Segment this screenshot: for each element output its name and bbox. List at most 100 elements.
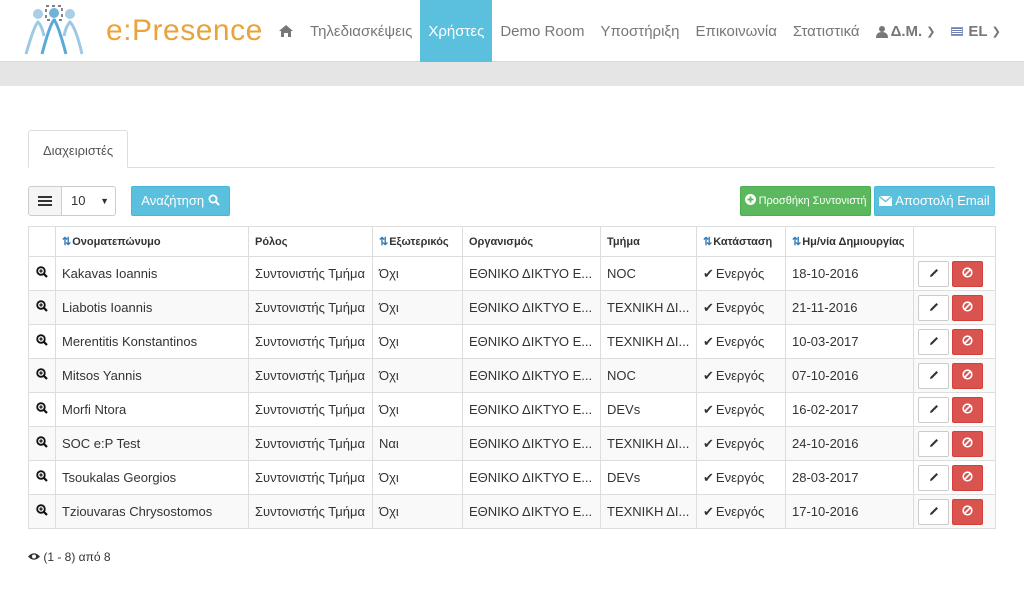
zoom-icon[interactable]	[36, 436, 48, 448]
edit-button[interactable]	[918, 396, 949, 423]
delete-button[interactable]	[952, 260, 983, 287]
ban-icon	[962, 334, 973, 346]
cell-organization: ΕΘΝΙΚΟ ΔΙΚΤΥΟ Ε...	[462, 494, 601, 529]
zoom-icon[interactable]	[36, 504, 48, 516]
cell-department: ΤΕΧΝΙΚΗ ΔΙ...	[600, 494, 697, 529]
pencil-icon	[929, 370, 938, 379]
edit-button[interactable]	[918, 430, 949, 457]
cell-organization: ΕΘΝΙΚΟ ΔΙΚΤΥΟ Ε...	[462, 324, 601, 359]
tab-bar: Διαχειριστές	[28, 130, 995, 168]
user-menu[interactable]: Δ.Μ. ❯	[868, 0, 944, 62]
add-coordinator-button[interactable]: Προσθήκη Συντονιστή	[740, 186, 871, 216]
zoom-icon[interactable]	[36, 402, 48, 414]
table-row: Mitsos Yannis Συντονιστής Τμήμα Όχι ΕΘΝΙ…	[28, 358, 996, 393]
administrators-table: ⇅Ονοματεπώνυμο Ρόλος ⇅Εξωτερικός Οργανισ…	[28, 226, 996, 529]
nav-teleconferences[interactable]: Τηλεδιασκέψεις	[302, 0, 420, 62]
zoom-cell[interactable]	[28, 494, 56, 529]
zoom-icon[interactable]	[36, 368, 48, 380]
pagination-summary: (1 - 8) από 8	[28, 550, 111, 564]
zoom-cell[interactable]	[28, 358, 56, 393]
cell-organization: ΕΘΝΙΚΟ ΔΙΚΤΥΟ Ε...	[462, 358, 601, 393]
cell-status: ✔ Ενεργός	[696, 426, 786, 461]
plus-circle-icon	[744, 194, 756, 205]
edit-button[interactable]	[918, 260, 949, 287]
table-row: Tsoukalas Georgios Συντονιστής Τμήμα Όχι…	[28, 460, 996, 495]
chevron-down-icon: ❯	[926, 25, 936, 38]
add-coordinator-label: Προσθήκη Συντονιστή	[758, 195, 867, 207]
header-status[interactable]: ⇅Κατάσταση	[696, 226, 786, 257]
cell-actions	[913, 358, 996, 393]
delete-button[interactable]	[952, 430, 983, 457]
table-row: SOC e:P Test Συντονιστής Τμήμα Ναι ΕΘΝΙΚ…	[28, 426, 996, 461]
cell-actions	[913, 426, 996, 461]
nav-contact[interactable]: Επικοινωνία	[687, 0, 784, 62]
header-created[interactable]: ⇅Ημ/νία Δημιουργίας	[785, 226, 914, 257]
ban-icon	[962, 402, 973, 414]
search-button-label: Αναζήτηση	[141, 193, 205, 208]
ban-icon	[962, 300, 973, 312]
tab-administrators[interactable]: Διαχειριστές	[28, 130, 129, 168]
nav-support[interactable]: Υποστήριξη	[593, 0, 688, 62]
check-icon: ✔	[703, 299, 714, 315]
check-icon: ✔	[703, 401, 714, 417]
zoom-icon[interactable]	[36, 266, 48, 278]
header-zoom	[28, 226, 56, 257]
zoom-icon[interactable]	[36, 470, 48, 482]
edit-button[interactable]	[918, 362, 949, 389]
cell-role: Συντονιστής Τμήμα	[248, 426, 373, 461]
zoom-icon[interactable]	[36, 334, 48, 346]
column-toggle-button[interactable]	[28, 186, 62, 216]
cell-external: Όχι	[372, 290, 463, 325]
zoom-cell[interactable]	[28, 324, 56, 359]
zoom-cell[interactable]	[28, 290, 56, 325]
send-email-button[interactable]: Αποστολή Email	[874, 186, 995, 216]
delete-button[interactable]	[952, 498, 983, 525]
cell-organization: ΕΘΝΙΚΟ ΔΙΚΤΥΟ Ε...	[462, 256, 601, 291]
search-button[interactable]: Αναζήτηση	[131, 186, 230, 216]
zoom-cell[interactable]	[28, 256, 56, 291]
ban-icon	[962, 266, 973, 278]
main-nav: Τηλεδιασκέψεις Χρήστες Demo Room Υποστήρ…	[270, 0, 1009, 62]
brand-name: e:Presence	[106, 14, 263, 47]
greek-flag-icon	[951, 26, 964, 36]
header-external[interactable]: ⇅Εξωτερικός	[372, 226, 463, 257]
zoom-cell[interactable]	[28, 426, 56, 461]
zoom-cell[interactable]	[28, 460, 56, 495]
nav-demo-room[interactable]: Demo Room	[492, 0, 592, 62]
check-icon: ✔	[703, 367, 714, 383]
page-size-select[interactable]: 10 ▼	[62, 186, 116, 216]
delete-button[interactable]	[952, 328, 983, 355]
brand-logo[interactable]: e:Presence	[22, 2, 262, 60]
cell-actions	[913, 256, 996, 291]
pencil-icon	[929, 302, 938, 311]
cell-status: ✔ Ενεργός	[696, 256, 786, 291]
cell-role: Συντονιστής Τμήμα	[248, 358, 373, 393]
delete-button[interactable]	[952, 294, 983, 321]
delete-button[interactable]	[952, 362, 983, 389]
ban-icon	[962, 470, 973, 482]
cell-department: DEVs	[600, 460, 697, 495]
zoom-icon[interactable]	[36, 300, 48, 312]
table-row: Liabotis Ioannis Συντονιστής Τμήμα Όχι Ε…	[28, 290, 996, 325]
edit-button[interactable]	[918, 328, 949, 355]
zoom-cell[interactable]	[28, 392, 56, 427]
send-email-label: Αποστολή Email	[895, 193, 990, 208]
delete-button[interactable]	[952, 464, 983, 491]
cell-role: Συντονιστής Τμήμα	[248, 324, 373, 359]
nav-home[interactable]	[270, 0, 302, 62]
nav-users[interactable]: Χρήστες	[420, 0, 493, 62]
cell-created: 17-10-2016	[785, 494, 914, 529]
cell-department: NOC	[600, 358, 697, 393]
nav-statistics[interactable]: Στατιστικά	[785, 0, 868, 62]
language-menu[interactable]: EL ❯	[943, 0, 1008, 62]
edit-button[interactable]	[918, 464, 949, 491]
cell-department: ΤΕΧΝΙΚΗ ΔΙ...	[600, 426, 697, 461]
edit-button[interactable]	[918, 294, 949, 321]
check-icon: ✔	[703, 265, 714, 281]
cell-actions	[913, 460, 996, 495]
delete-button[interactable]	[952, 396, 983, 423]
header-name[interactable]: ⇅Ονοματεπώνυμο	[55, 226, 249, 257]
edit-button[interactable]	[918, 498, 949, 525]
sort-icon: ⇅	[792, 236, 802, 248]
cell-external: Όχι	[372, 392, 463, 427]
